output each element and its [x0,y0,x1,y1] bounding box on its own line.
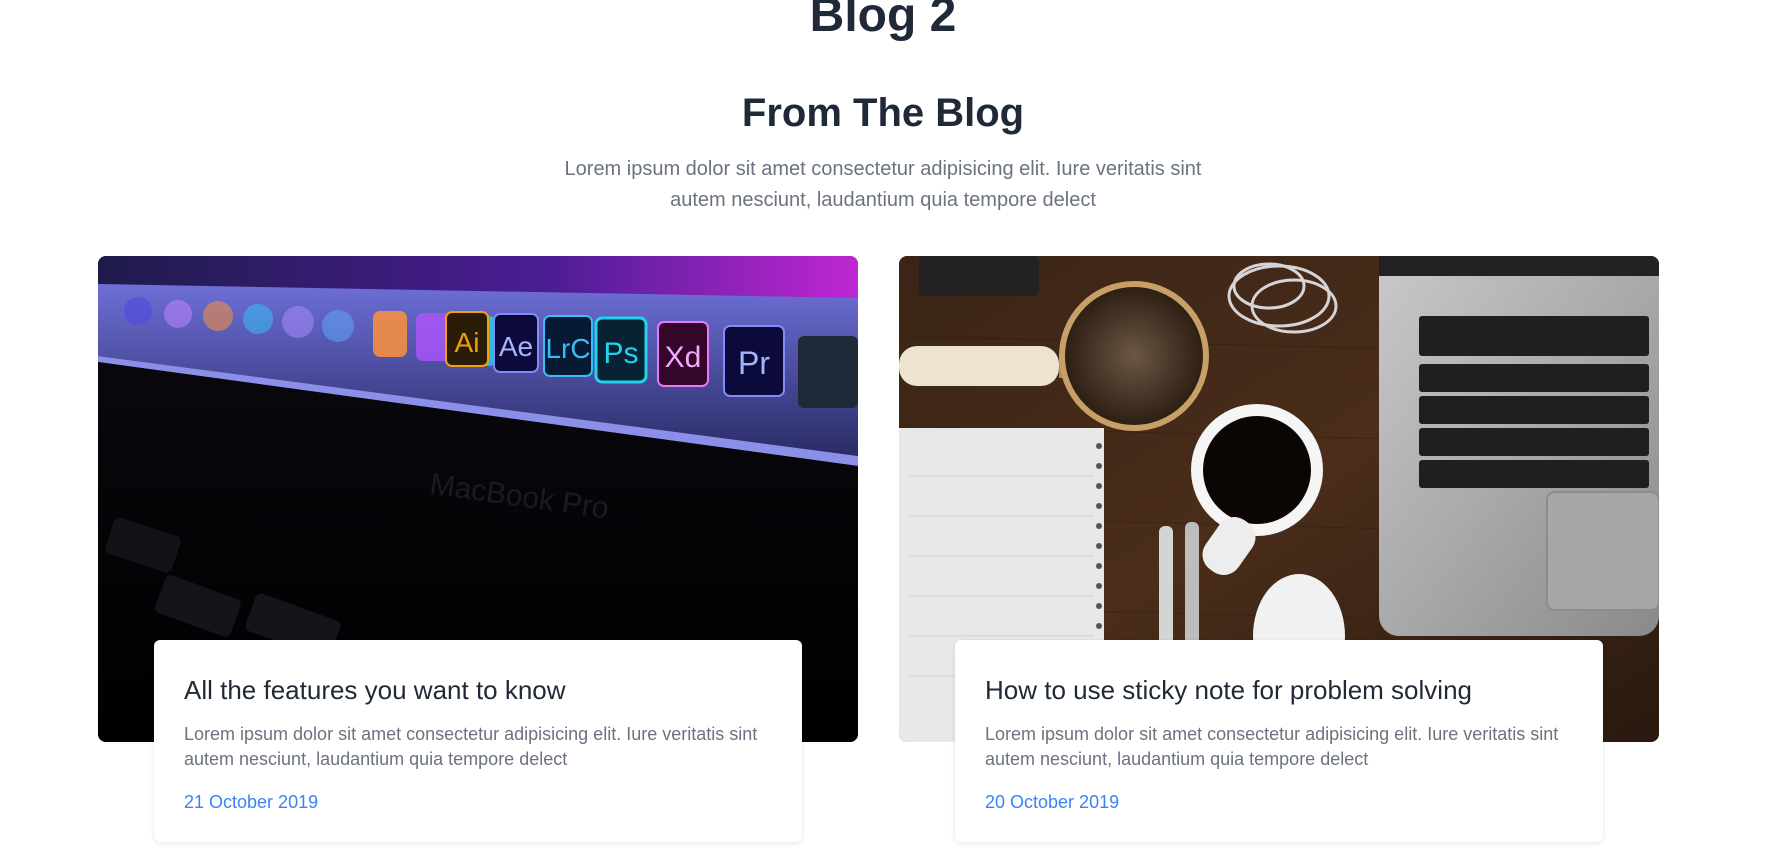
post-date[interactable]: 21 October 2019 [184,790,772,814]
post-excerpt: Lorem ipsum dolor sit amet consectetur a… [184,724,758,769]
page: Blog 2 From The Blog Lorem ipsum dolor s… [0,0,1766,852]
section-description: Lorem ipsum dolor sit amet consectetur a… [564,158,1202,211]
page-heading: Blog 2 [809,0,957,42]
svg-text:Ai: Ai [455,327,480,358]
svg-text:Ps: Ps [603,337,638,370]
svg-text:LrC: LrC [545,333,590,364]
post-title[interactable]: All the features you want to know [184,674,772,706]
post-excerpt: Lorem ipsum dolor sit amet consectetur a… [985,724,1559,769]
svg-text:Pr: Pr [738,345,770,381]
post-card[interactable]: All the features you want to know Lorem … [154,640,802,842]
section-title: From The Blog [741,91,1025,135]
svg-text:Ae: Ae [499,331,533,362]
svg-text:Xd: Xd [665,341,702,374]
post-title[interactable]: How to use sticky note for problem solvi… [985,674,1573,706]
post-date[interactable]: 20 October 2019 [985,790,1573,814]
post-card[interactable]: How to use sticky note for problem solvi… [955,640,1603,842]
